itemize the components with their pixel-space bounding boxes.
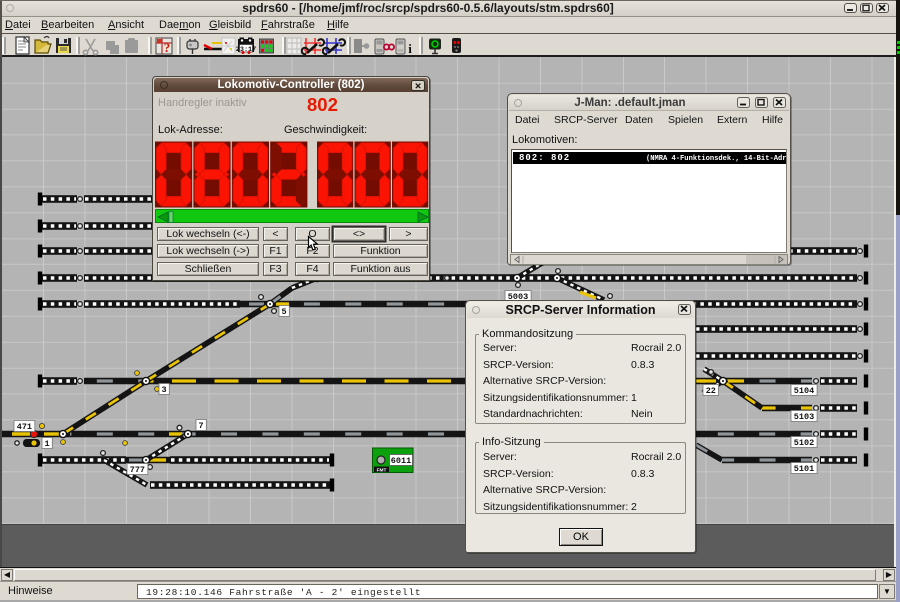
svg-text:7: 7: [199, 421, 204, 431]
svg-text:FMT: FMT: [377, 467, 387, 473]
svg-text:5: 5: [282, 307, 287, 317]
svg-text:i: i: [408, 41, 412, 56]
svg-text:6011: 6011: [391, 456, 411, 466]
svg-text:471: 471: [17, 422, 32, 432]
svg-text:?: ?: [164, 40, 171, 55]
svg-text:5101: 5101: [794, 464, 814, 474]
svg-text:5104: 5104: [794, 386, 814, 396]
svg-text:3: 3: [162, 385, 167, 395]
svg-text:5103: 5103: [794, 412, 814, 422]
svg-text:22: 22: [706, 386, 716, 396]
svg-text:5102: 5102: [794, 438, 814, 448]
svg-text:23:17: 23:17: [236, 46, 256, 54]
svg-text:777: 777: [130, 465, 145, 475]
svg-text:1: 1: [45, 439, 50, 449]
